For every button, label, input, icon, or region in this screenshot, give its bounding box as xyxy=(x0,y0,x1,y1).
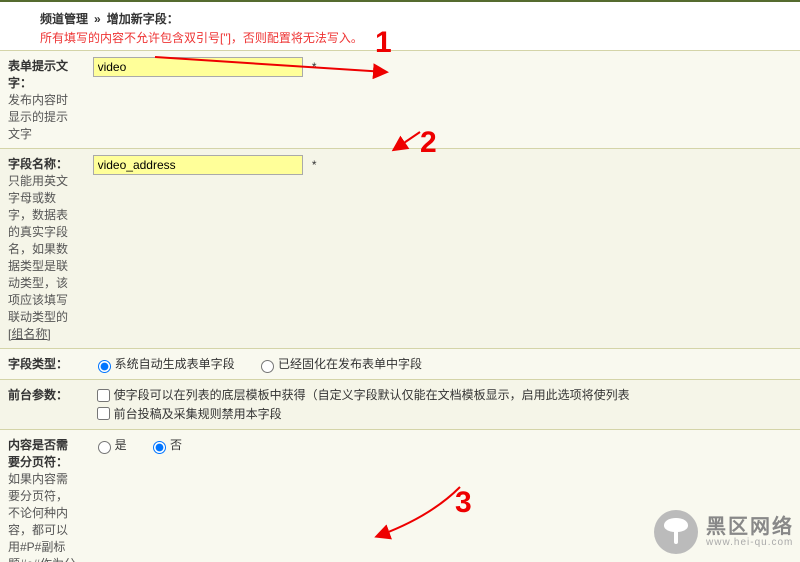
label-field-name: 字段名称： xyxy=(8,155,77,172)
hint-field-name: 只能用英文字母或数字，数据表的真实字段名，如果数据类型是联动类型，该项应该填写联… xyxy=(8,172,77,342)
link-group-name[interactable]: [组名称] xyxy=(8,327,51,341)
warning-text: 所有填写的内容不允许包含双引号["]，否则配置将无法写入。 xyxy=(0,29,800,50)
required-star: * xyxy=(312,60,317,74)
watermark-cn: 黑区网络 xyxy=(706,517,794,537)
input-field-name[interactable] xyxy=(93,155,303,175)
label-front-param: 前台参数： xyxy=(8,386,77,403)
hint-form-prompt: 发布内容时显示的提示文字 xyxy=(8,91,77,142)
label-pagebreak: 内容是否需要分页符： xyxy=(8,436,77,470)
chk-list-template[interactable]: 使字段可以在列表的底层模板中获得（自定义字段默认仅能在文档模板显示，启用此选项将… xyxy=(93,386,774,405)
breadcrumb-sep: » xyxy=(94,12,101,26)
label-form-prompt: 表单提示文字： xyxy=(8,57,77,91)
watermark: 黑区网络 www.hei-qu.com xyxy=(654,510,794,554)
radio-auto-form[interactable]: 系统自动生成表单字段 xyxy=(93,355,235,373)
radio-yes[interactable]: 是 xyxy=(93,436,127,454)
breadcrumb-a: 频道管理 xyxy=(40,12,88,26)
radio-fixed-form[interactable]: 已经固化在发布表单中字段 xyxy=(256,355,422,373)
watermark-en: www.hei-qu.com xyxy=(706,537,794,548)
label-field-type: 字段类型： xyxy=(8,355,77,372)
required-star: * xyxy=(312,158,317,172)
mushroom-icon xyxy=(654,510,698,554)
hint-pagebreak: 如果内容需要分页符，不论何种内容，都可以用#P#副标题#e#作为分页符号实现内容… xyxy=(8,470,77,562)
chk-disable-front[interactable]: 前台投稿及采集规则禁用本字段 xyxy=(93,405,774,424)
radio-no[interactable]: 否 xyxy=(148,436,182,454)
breadcrumb-b: 增加新字段： xyxy=(107,12,179,26)
input-form-prompt[interactable] xyxy=(93,57,303,77)
